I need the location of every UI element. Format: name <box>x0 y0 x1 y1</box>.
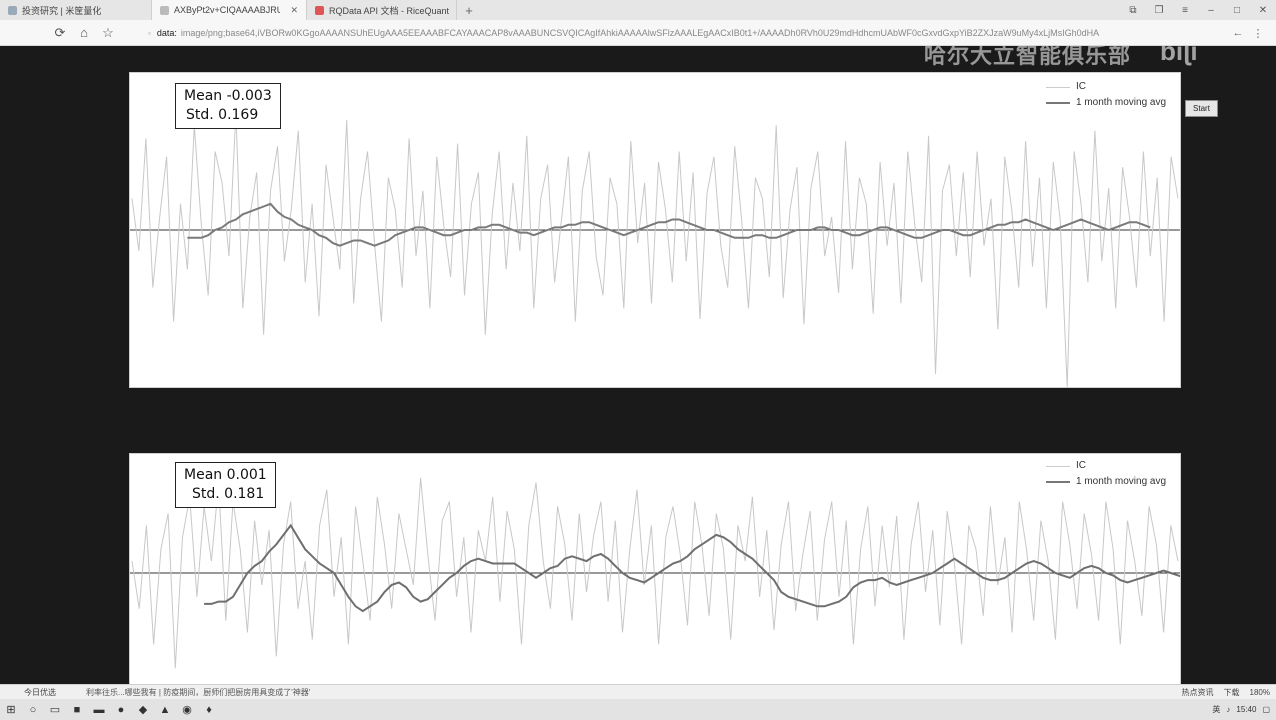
legend-swatch <box>1046 102 1070 104</box>
ic-chart-2: Mean 0.001 Std. 0.181 IC 1 month moving … <box>129 453 1181 684</box>
close-window-icon[interactable]: ✕ <box>1250 0 1276 20</box>
legend-item-ic: IC <box>1046 458 1166 474</box>
zoom-level[interactable]: 180% <box>1250 688 1270 697</box>
clock[interactable]: 15:40 <box>1236 705 1256 714</box>
start-button[interactable]: Start <box>1185 100 1218 117</box>
std-text: Std. 0.169 <box>186 107 259 123</box>
taskbar-app-icon[interactable]: ■ <box>66 699 88 720</box>
stats-box: Mean -0.003 Std. 0.169 <box>175 83 281 129</box>
chart-legend: IC 1 month moving avg <box>1046 458 1166 490</box>
tab-invest-research[interactable]: 投资研究 | 米筐量化 <box>0 0 152 20</box>
restore-icon[interactable]: ❐ <box>1146 0 1172 20</box>
search-icon[interactable]: ○ <box>22 699 44 720</box>
mean-text: Mean -0.003 <box>184 88 272 104</box>
page-info-icon[interactable]: ▫ <box>148 29 151 38</box>
browser-toolbar: ⟳ ⌂ ☆ ▫ data: image/png;base64,iVBORw0KG… <box>0 20 1276 46</box>
legend-swatch <box>1046 465 1070 467</box>
tab-label: AXByPt2v+CIQAAAABJRU <box>174 5 281 15</box>
bilibili-logo: ɓıɭı <box>1160 46 1198 66</box>
ic-chart-1-svg <box>130 112 1180 387</box>
tab-favicon-icon <box>8 5 17 15</box>
legend-label: 1 month moving avg <box>1076 97 1167 108</box>
download-link[interactable]: 下载 <box>1224 687 1240 698</box>
taskbar-app-icon[interactable]: ▲ <box>154 699 176 720</box>
news-ticker[interactable]: 利率往乐...哪些我有 | 防疫期间，厨师们把厨房用具变成了'神器' <box>86 687 310 698</box>
extensions-icon[interactable]: ⋮ <box>1248 23 1268 43</box>
watermark-text: 哈尔大立智能俱乐部 <box>924 46 1132 68</box>
today-picks-link[interactable]: 今日优选 <box>0 687 56 698</box>
toolbar-right: ← ⋮ <box>1228 23 1268 43</box>
input-language[interactable]: 英 <box>1212 704 1220 715</box>
std-text: Std. 0.181 <box>192 486 265 502</box>
maximize-icon[interactable]: □ <box>1224 0 1250 20</box>
tab-list-icon[interactable]: ⧉ <box>1120 0 1146 20</box>
notification-icon[interactable]: ▢ <box>1262 705 1270 714</box>
ic-chart-1: Mean -0.003 Std. 0.169 IC 1 month moving… <box>129 72 1181 388</box>
taskbar-app-icon[interactable]: ♦ <box>198 699 220 720</box>
ic-chart-2-svg <box>130 477 1180 669</box>
refresh-icon[interactable]: ⟳ <box>48 21 72 45</box>
legend-item-ma: 1 month moving avg <box>1046 95 1166 111</box>
minimize-icon[interactable]: – <box>1198 0 1224 20</box>
home-icon[interactable]: ⌂ <box>72 21 96 45</box>
browser-taskbar-icon[interactable]: ◉ <box>176 699 198 720</box>
status-right: 热点资讯 下载 180% <box>1182 687 1270 698</box>
tab-rqdata-api[interactable]: RQData API 文档 - RiceQuant <box>307 0 457 20</box>
legend-swatch <box>1046 86 1070 88</box>
os-taskbar: ⊞ ○ ▭ ■ ▬ ● ◆ ▲ ◉ ♦ 英 ♪ 15:40 ▢ <box>0 699 1276 720</box>
legend-label: 1 month moving avg <box>1076 476 1167 487</box>
file-explorer-icon[interactable]: ▬ <box>88 699 110 720</box>
tab-favicon-icon <box>160 5 169 15</box>
new-tab-button[interactable]: + <box>457 3 481 18</box>
address-scheme: data: <box>156 28 177 38</box>
back-icon[interactable]: ← <box>1228 23 1248 43</box>
browser-tab-bar: 投资研究 | 米筐量化 AXByPt2v+CIQAAAABJRU ✕ RQDat… <box>0 0 1276 20</box>
moving-avg-series-line <box>204 523 1180 613</box>
windows-start-icon[interactable]: ⊞ <box>0 699 22 720</box>
stats-box: Mean 0.001 Std. 0.181 <box>175 462 276 508</box>
legend-label: IC <box>1076 460 1086 471</box>
tab-image-data[interactable]: AXByPt2v+CIQAAAABJRU ✕ <box>152 0 307 20</box>
tab-label: 投资研究 | 米筐量化 <box>22 5 102 16</box>
tab-label: RQData API 文档 - RiceQuant <box>329 5 450 16</box>
mean-text: Mean 0.001 <box>184 467 267 483</box>
bookmark-star-icon[interactable]: ☆ <box>96 21 120 45</box>
task-view-icon[interactable]: ▭ <box>44 699 66 720</box>
browser-status-bar: 今日优选 利率往乐...哪些我有 | 防疫期间，厨师们把厨房用具变成了'神器' … <box>0 684 1276 699</box>
page-content: 哈尔大立智能俱乐部 ɓıɭı Mean -0.003 Std. 0.169 IC… <box>0 46 1276 684</box>
legend-label: IC <box>1076 81 1086 92</box>
legend-swatch <box>1046 481 1070 483</box>
window-controls: ⧉ ❐ ≡ – □ ✕ <box>1120 0 1276 20</box>
hot-news-link[interactable]: 热点资讯 <box>1182 687 1214 698</box>
taskbar-app-icon[interactable]: ◆ <box>132 699 154 720</box>
address-bar[interactable]: ▫ data: image/png;base64,iVBORw0KGgoAAAA… <box>148 23 1208 43</box>
menu-icon[interactable]: ≡ <box>1172 0 1198 20</box>
legend-item-ic: IC <box>1046 79 1166 95</box>
address-url: image/png;base64,iVBORw0KGgoAAAANSUhEUgA… <box>180 28 1100 38</box>
volume-icon[interactable]: ♪ <box>1226 705 1230 714</box>
system-tray: 英 ♪ 15:40 ▢ <box>1212 699 1270 720</box>
legend-item-ma: 1 month moving avg <box>1046 474 1166 490</box>
taskbar-app-icon[interactable]: ● <box>110 699 132 720</box>
close-tab-icon[interactable]: ✕ <box>290 5 298 16</box>
tab-favicon-icon <box>315 5 324 15</box>
chart-legend: IC 1 month moving avg <box>1046 79 1166 111</box>
ic-series-line <box>131 112 1179 387</box>
